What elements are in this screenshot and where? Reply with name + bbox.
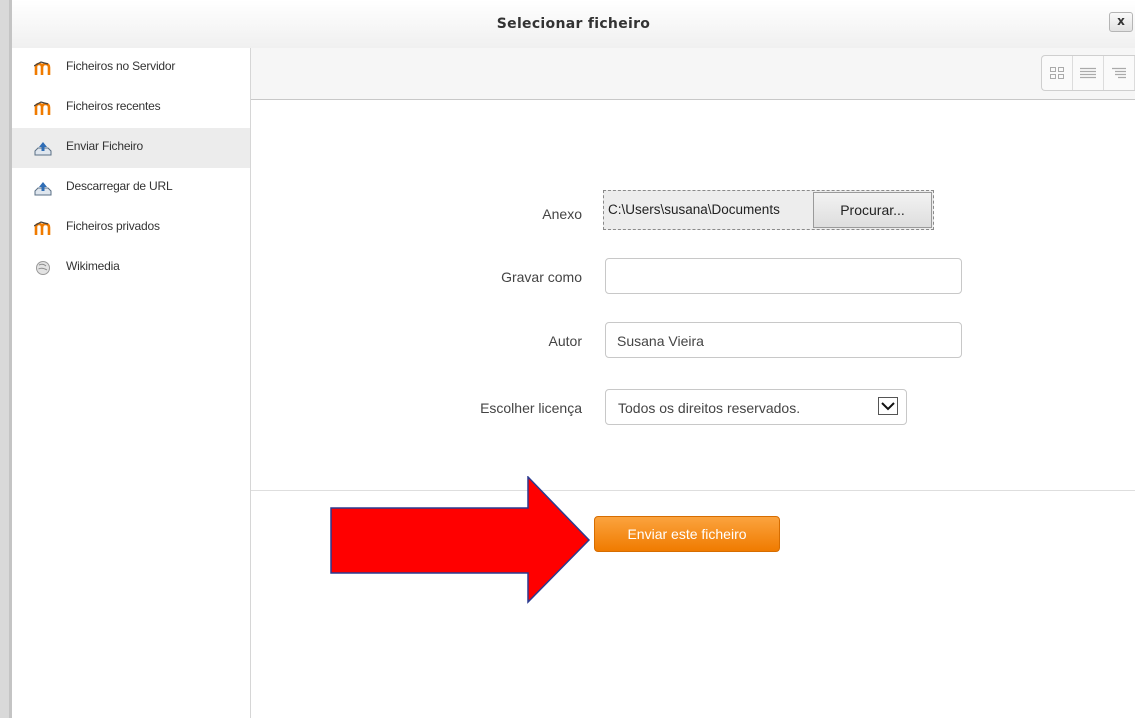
wikimedia-icon [36, 261, 50, 275]
sidebar-item-upload-file[interactable]: Enviar Ficheiro [12, 128, 250, 168]
grid-icon [1050, 67, 1064, 79]
tree-view-button[interactable] [1104, 56, 1135, 90]
view-switcher [1041, 55, 1135, 91]
sidebar-item-server-files[interactable]: Ficheiros no Servidor [12, 48, 250, 88]
save-as-label: Gravar como [501, 269, 582, 285]
moodle-icon [34, 61, 51, 75]
chevron-down-icon[interactable] [878, 397, 898, 415]
upload-icon [34, 182, 52, 196]
sidebar-item-download-url[interactable]: Descarregar de URL [12, 168, 250, 208]
attachment-path: C:\Users\susana\Documents [608, 202, 780, 217]
license-label: Escolher licença [480, 400, 582, 416]
sidebar-item-label: Descarregar de URL [66, 179, 173, 193]
file-view-toolbar [251, 48, 1135, 100]
author-label: Autor [548, 333, 582, 349]
tree-icon [1112, 67, 1126, 78]
license-select[interactable]: Todos os direitos reservados. [605, 389, 907, 425]
sidebar-item-label: Wikimedia [66, 259, 120, 273]
attachment-file-input[interactable]: C:\Users\susana\Documents Procurar... [603, 190, 934, 230]
sidebar-item-private-files[interactable]: Ficheiros privados [12, 208, 250, 248]
close-button[interactable]: x [1109, 12, 1133, 32]
background-window-edge [0, 0, 9, 718]
license-value: Todos os direitos reservados. [618, 400, 801, 416]
list-view-button[interactable] [1073, 56, 1104, 90]
moodle-icon [34, 101, 51, 115]
author-value: Susana Vieira [617, 333, 704, 349]
upload-icon [34, 142, 52, 156]
moodle-icon [34, 221, 51, 235]
sidebar-item-label: Enviar Ficheiro [66, 139, 144, 153]
browse-button[interactable]: Procurar... [813, 192, 932, 228]
sidebar-item-label: Ficheiros recentes [66, 99, 161, 113]
attachment-label: Anexo [542, 206, 582, 222]
file-picker-dialog: Selecionar ficheiro x Ficheiros no Servi… [12, 0, 1135, 718]
save-as-input[interactable] [605, 258, 962, 294]
icons-view-button[interactable] [1042, 56, 1073, 90]
upload-submit-button[interactable]: Enviar este ficheiro [594, 516, 780, 552]
dialog-titlebar: Selecionar ficheiro x [12, 0, 1135, 49]
repository-sidebar: Ficheiros no Servidor Ficheiros recentes… [12, 48, 251, 718]
sidebar-item-label: Ficheiros privados [66, 219, 160, 233]
author-input[interactable]: Susana Vieira [605, 322, 962, 358]
list-icon [1080, 67, 1096, 79]
sidebar-item-label: Ficheiros no Servidor [66, 59, 176, 73]
red-arrow-annotation [330, 476, 591, 604]
sidebar-item-wikimedia[interactable]: Wikimedia [12, 248, 250, 288]
sidebar-item-recent-files[interactable]: Ficheiros recentes [12, 88, 250, 128]
dialog-title: Selecionar ficheiro [496, 16, 651, 32]
